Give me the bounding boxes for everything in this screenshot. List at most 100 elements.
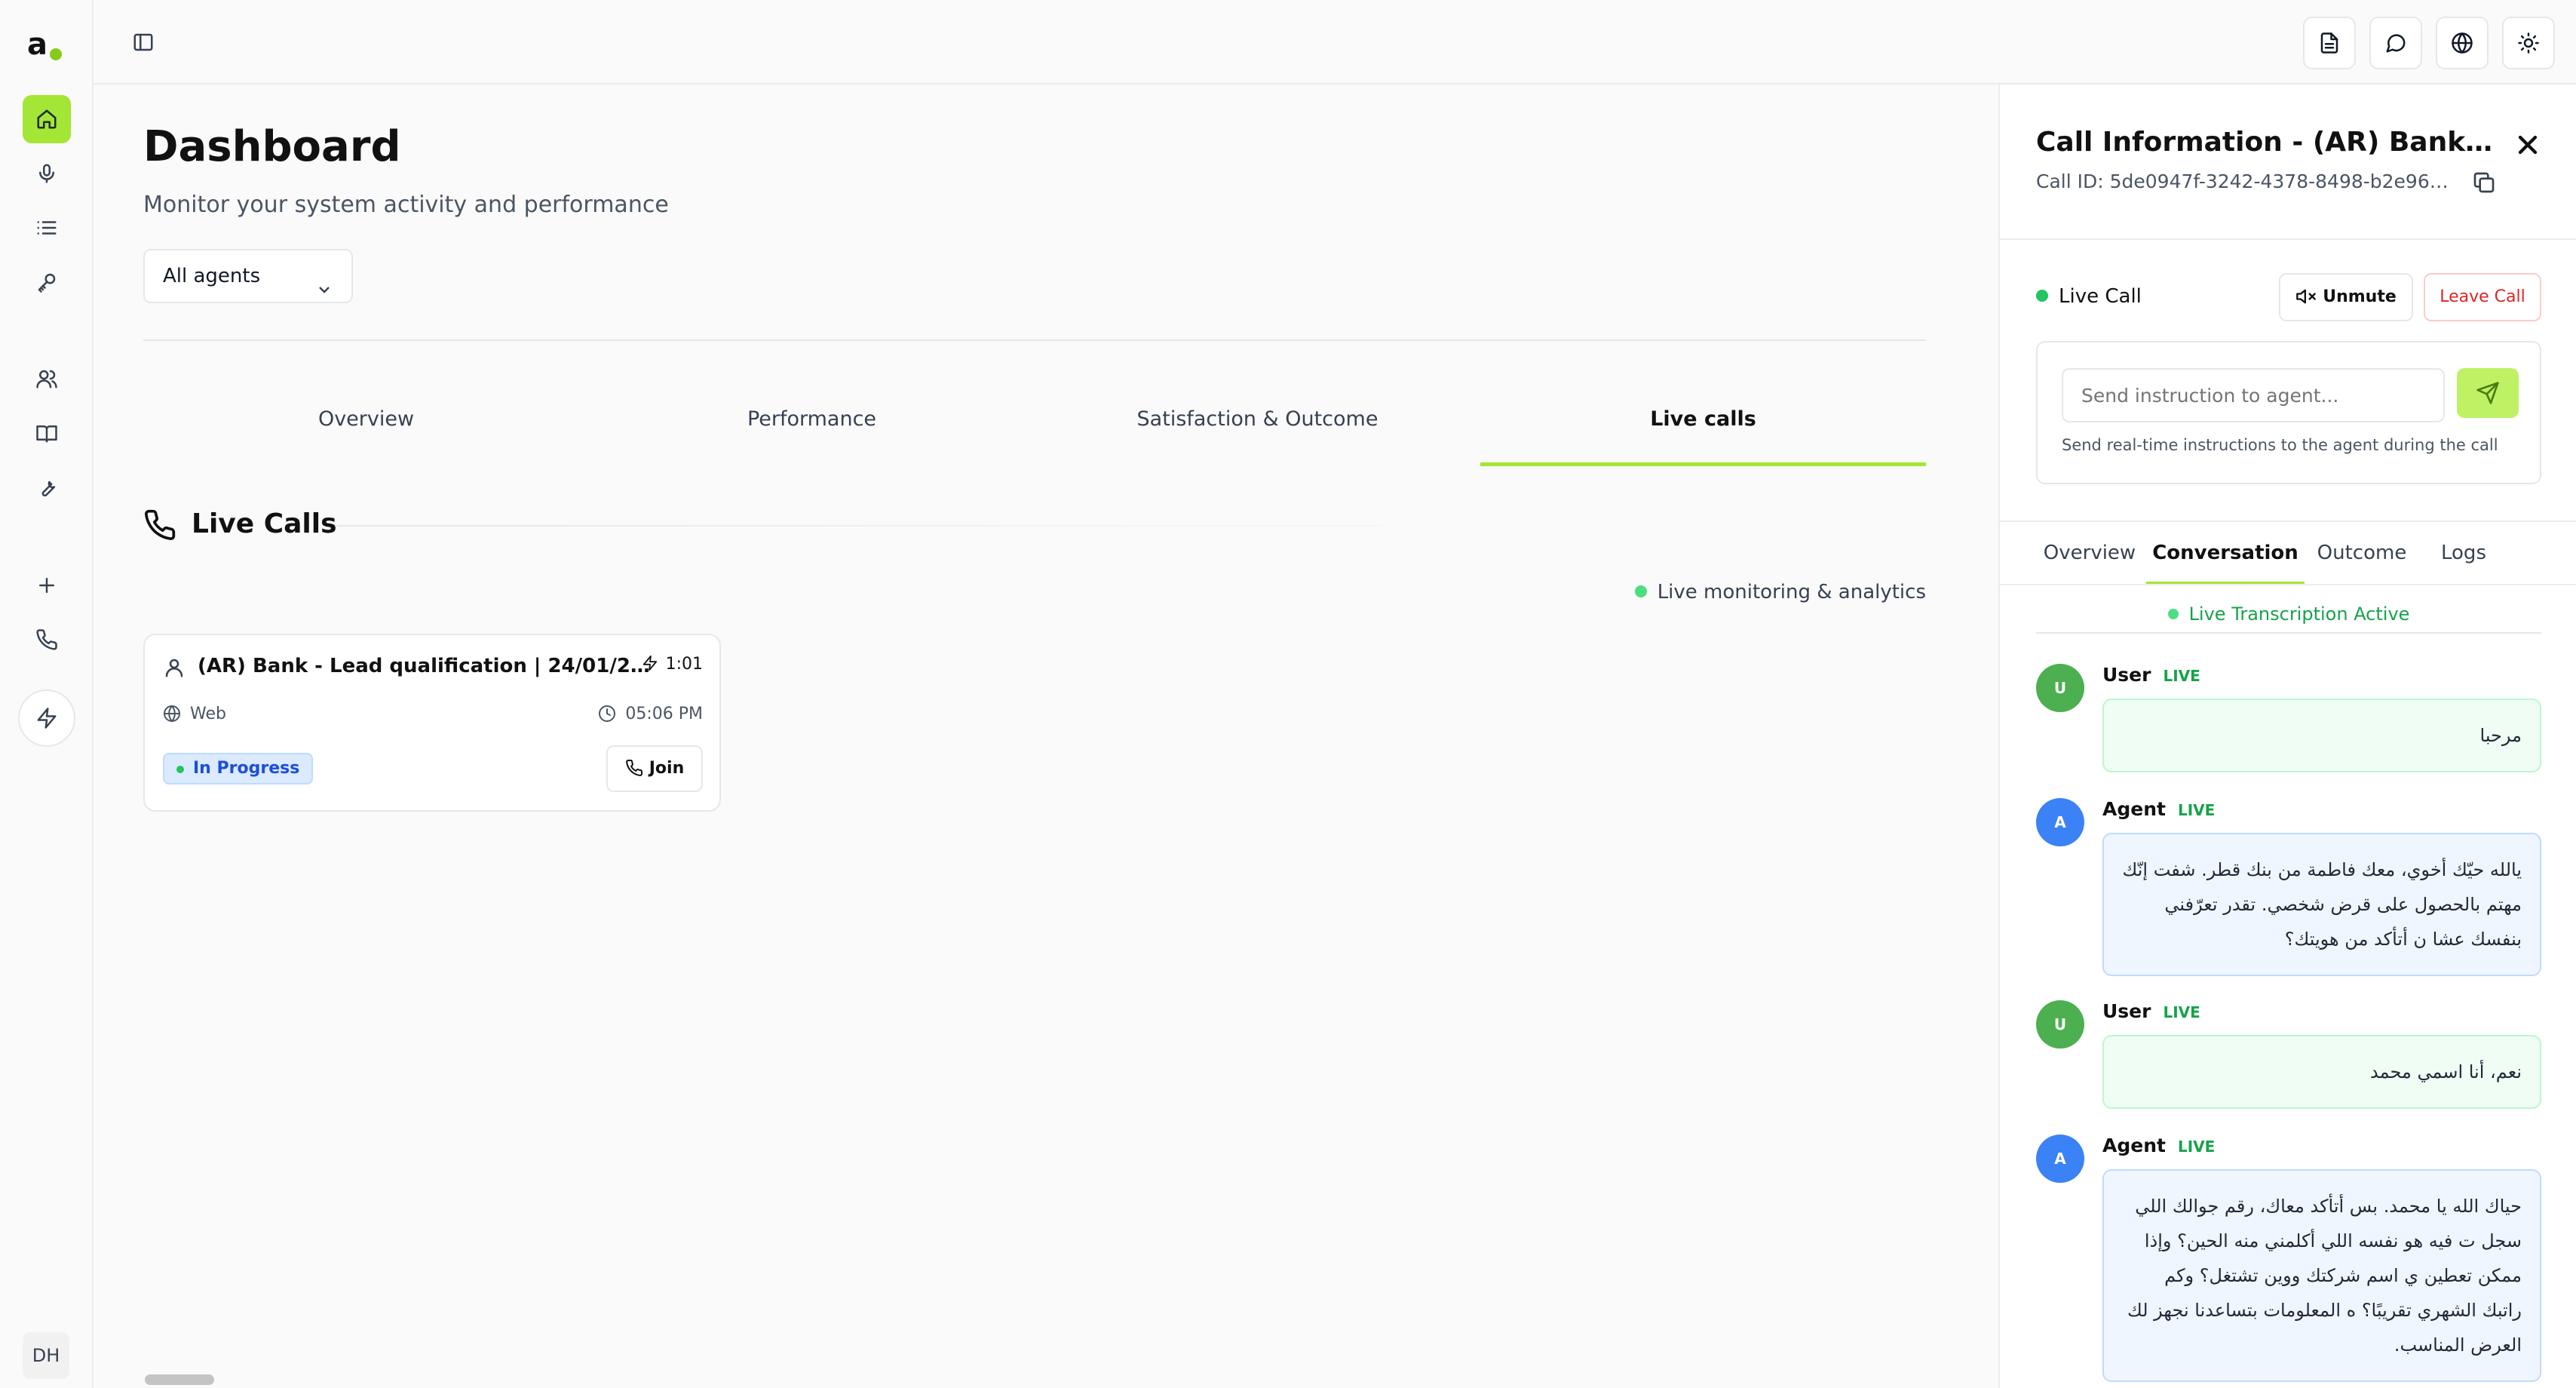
user-icon bbox=[163, 656, 186, 679]
join-label: Join bbox=[649, 759, 685, 778]
tab-performance[interactable]: Performance bbox=[589, 374, 1035, 465]
live-dot bbox=[2036, 290, 2048, 302]
live-call-controls: Live Call Unmute Leave Call bbox=[2036, 273, 2541, 321]
users-icon[interactable] bbox=[23, 355, 71, 403]
message-bubble: يالله حيّك أخوي، معك فاطمة من بنك قطر. ش… bbox=[2102, 833, 2541, 976]
speaker-muted-icon bbox=[2296, 289, 2317, 304]
avatar: U bbox=[2036, 1000, 2084, 1049]
microphone-icon[interactable] bbox=[23, 149, 71, 198]
send-instruction-button[interactable] bbox=[2457, 368, 2519, 418]
globe-icon[interactable] bbox=[2436, 17, 2489, 69]
call-channel: Web bbox=[163, 705, 226, 723]
dashboard-main: Dashboard Monitor your system activity a… bbox=[94, 86, 1998, 1388]
unmute-label: Unmute bbox=[2323, 287, 2397, 306]
message-agent: A Agent LIVE حياك الله يا محمد. بس أتأكد … bbox=[2036, 1135, 2541, 1382]
sidebar-toggle-icon[interactable] bbox=[124, 23, 163, 62]
status-dot bbox=[2167, 609, 2179, 619]
message-bubble: حياك الله يا محمد. بس أتأكد معاك، رقم جو… bbox=[2102, 1169, 2541, 1382]
message-bubble: نعم، أنا اسمي محمد bbox=[2102, 1035, 2541, 1109]
divider bbox=[2000, 238, 2576, 240]
tab-outcome[interactable]: Outcome bbox=[2305, 522, 2419, 584]
call-duration: 1:01 bbox=[642, 655, 703, 674]
wrench-icon[interactable] bbox=[23, 463, 71, 511]
key-icon[interactable] bbox=[23, 258, 71, 306]
clock-icon bbox=[599, 705, 616, 722]
chat-icon[interactable] bbox=[2369, 17, 2422, 69]
panel-tabs: Overview Conversation Outcome Logs bbox=[2033, 522, 2561, 585]
globe-icon bbox=[164, 705, 180, 722]
transcription-label: Live Transcription Active bbox=[2188, 603, 2410, 625]
bolt-icon[interactable] bbox=[18, 689, 75, 747]
panel-title: Call Information - (AR) Bank - Lead ... bbox=[2036, 127, 2496, 158]
speaker-name: User bbox=[2102, 1000, 2151, 1022]
sidebar: a DH bbox=[0, 0, 94, 1388]
instruction-hint: Send real-time instructions to the agent… bbox=[2062, 436, 2498, 454]
speaker-name: User bbox=[2102, 664, 2151, 686]
home-icon[interactable] bbox=[23, 95, 71, 143]
plus-icon[interactable] bbox=[23, 561, 71, 610]
sun-icon[interactable] bbox=[2502, 17, 2555, 69]
tab-logs[interactable]: Logs bbox=[2419, 522, 2508, 584]
channel-value: Web bbox=[190, 705, 226, 723]
phone-icon[interactable] bbox=[23, 616, 71, 664]
phone-icon bbox=[625, 759, 642, 776]
section-title: Live Calls bbox=[192, 508, 337, 539]
live-call-label: Live Call bbox=[2059, 285, 2142, 308]
leave-call-button[interactable]: Leave Call bbox=[2424, 273, 2541, 321]
tab-conversation[interactable]: Conversation bbox=[2146, 522, 2305, 585]
send-icon bbox=[2476, 382, 2499, 404]
monitoring-status: Live monitoring & analytics bbox=[1634, 581, 1926, 603]
call-title: (AR) Bank - Lead qualification | 24/01/2… bbox=[198, 655, 650, 677]
speaker-label: User LIVE bbox=[2102, 664, 2200, 686]
message-user: U User LIVE مرحبا bbox=[2036, 664, 2541, 777]
avatar: U bbox=[2036, 664, 2084, 712]
section-divider bbox=[336, 525, 1543, 527]
live-call-card[interactable]: (AR) Bank - Lead qualification | 24/01/2… bbox=[143, 634, 721, 812]
instruction-input[interactable] bbox=[2062, 368, 2445, 422]
tab-satisfaction-outcome[interactable]: Satisfaction & Outcome bbox=[1035, 374, 1480, 465]
app-window: a DH Dashboard Monitor your system activ… bbox=[0, 0, 2576, 1388]
tab-overview[interactable]: Overview bbox=[2033, 522, 2146, 584]
duration-value: 1:01 bbox=[665, 655, 703, 674]
top-bar bbox=[94, 0, 2576, 84]
close-icon[interactable] bbox=[2513, 130, 2543, 160]
instruction-box: Send real-time instructions to the agent… bbox=[2036, 341, 2541, 484]
join-call-button[interactable]: Join bbox=[606, 745, 703, 792]
divider bbox=[2000, 584, 2576, 585]
page-title: Dashboard bbox=[143, 122, 401, 171]
live-tag: LIVE bbox=[2163, 1003, 2200, 1021]
live-calls-header: Live Calls bbox=[143, 502, 1926, 548]
call-time: 05:06 PM bbox=[598, 705, 703, 723]
message-user: U User LIVE نعم، أنا اسمي محمد bbox=[2036, 1000, 2541, 1113]
horizontal-scrollbar[interactable] bbox=[145, 1374, 214, 1385]
live-tag: LIVE bbox=[2177, 801, 2216, 819]
copy-icon[interactable] bbox=[2472, 170, 2498, 196]
divider bbox=[143, 339, 1926, 341]
speaker-name: Agent bbox=[2102, 1135, 2166, 1156]
tab-overview[interactable]: Overview bbox=[143, 374, 589, 465]
message-agent: A Agent LIVE يالله حيّك أخوي، معك فاطمة م… bbox=[2036, 798, 2541, 987]
live-tag: LIVE bbox=[2177, 1138, 2216, 1156]
app-logo[interactable]: a bbox=[27, 26, 65, 63]
dashboard-tabs: Overview Performance Satisfaction & Outc… bbox=[143, 374, 1926, 466]
monitoring-label: Live monitoring & analytics bbox=[1657, 581, 1926, 603]
status-badge: In Progress bbox=[163, 753, 314, 785]
user-avatar[interactable]: DH bbox=[23, 1332, 69, 1379]
tab-live-calls[interactable]: Live calls bbox=[1480, 374, 1926, 466]
document-icon[interactable] bbox=[2303, 17, 2356, 69]
speaker-label: User LIVE bbox=[2102, 1000, 2200, 1022]
unmute-button[interactable]: Unmute bbox=[2279, 273, 2413, 321]
avatar: A bbox=[2036, 1135, 2084, 1183]
transcription-status: Live Transcription Active bbox=[2036, 594, 2541, 634]
agent-filter-select[interactable]: All agents bbox=[143, 249, 353, 303]
phone-icon bbox=[143, 508, 176, 542]
time-value: 05:06 PM bbox=[625, 705, 703, 723]
book-icon[interactable] bbox=[23, 409, 71, 457]
chevron-down-icon bbox=[315, 267, 333, 293]
page-subtitle: Monitor your system activity and perform… bbox=[143, 192, 669, 218]
speaker-name: Agent bbox=[2102, 798, 2166, 820]
list-icon[interactable] bbox=[23, 204, 71, 252]
logo-letter: a bbox=[27, 27, 48, 62]
status-dot bbox=[1634, 585, 1647, 597]
speaker-label: Agent LIVE bbox=[2102, 798, 2215, 820]
